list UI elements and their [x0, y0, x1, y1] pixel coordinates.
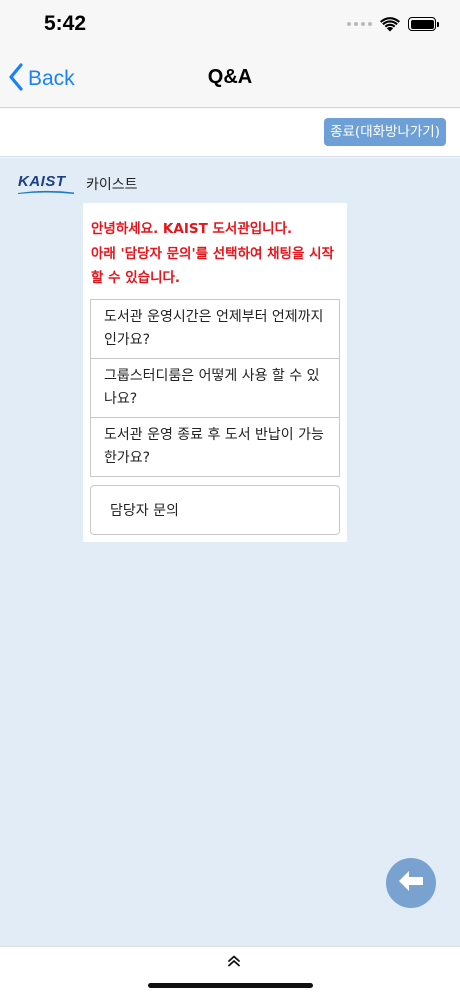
chat-toolbar: 종료(대화방나가기)	[0, 109, 460, 157]
bot-message: 안녕하세요. KAIST 도서관입니다. 아래 '담당자 문의'를 선택하여 채…	[83, 203, 347, 542]
wifi-icon	[380, 16, 400, 32]
faq-options: 도서관 운영시간은 언제부터 언제까지인가요? 그룹스터디룸은 어떻게 사용 할…	[90, 298, 340, 477]
status-time: 5:42	[44, 12, 87, 35]
status-icons	[347, 14, 439, 34]
faq-option[interactable]: 그룹스터디룸은 어떻게 사용 할 수 있나요?	[91, 359, 339, 418]
faq-option[interactable]: 도서관 운영시간은 언제부터 언제까지인가요?	[91, 300, 339, 359]
battery-icon	[408, 17, 439, 31]
bot-name: 카이스트	[86, 177, 138, 193]
navigation-bar: Back Q&A	[0, 50, 460, 108]
kaist-logo: KAIST	[18, 174, 74, 194]
status-bar: 5:42	[0, 0, 460, 50]
arrow-left-icon	[398, 870, 424, 896]
chat-area[interactable]: KAIST 카이스트 안녕하세요. KAIST 도서관입니다. 아래 '담당자 …	[0, 158, 460, 946]
page-title: Q&A	[207, 66, 253, 88]
faq-option[interactable]: 도서관 운영 종료 후 도서 반납이 가능한가요?	[91, 418, 339, 476]
double-chevron-up-icon[interactable]	[225, 953, 243, 969]
back-fab-button[interactable]	[386, 858, 436, 908]
signal-icon	[347, 22, 372, 26]
greeting-text: 안녕하세요. KAIST 도서관입니다. 아래 '담당자 문의'를 선택하여 채…	[91, 221, 334, 286]
home-indicator	[148, 983, 313, 988]
end-chat-button[interactable]: 종료(대화방나가기)	[324, 118, 446, 146]
contact-staff-button[interactable]: 담당자 문의	[90, 484, 340, 535]
bottom-bar	[0, 946, 460, 996]
bot-header: KAIST 카이스트	[18, 174, 138, 194]
